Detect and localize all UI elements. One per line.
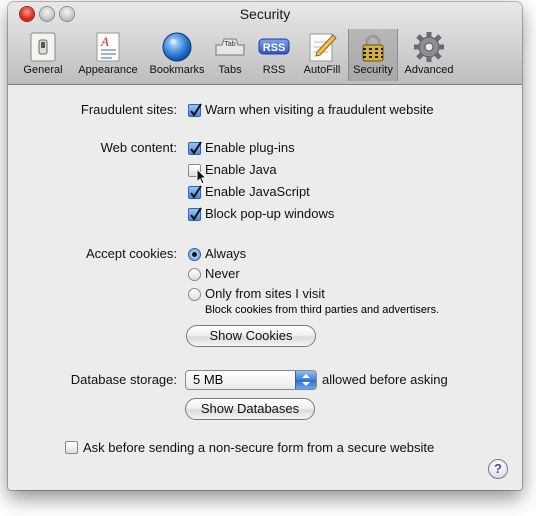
accept-cookies-label: Accept cookies: bbox=[85, 246, 177, 261]
enable-plugins-label: Enable plug-ins bbox=[205, 140, 295, 155]
warn-fraudulent-checkbox[interactable] bbox=[188, 103, 202, 117]
warn-fraudulent-label: Warn when visiting a fraudulent website bbox=[205, 102, 434, 117]
toolbar-item-appearance[interactable]: A Appearance bbox=[72, 29, 144, 81]
toolbar-item-tabs[interactable]: Tab Tabs bbox=[210, 29, 250, 81]
cookies-visited-only-label: Only from sites I visit bbox=[205, 286, 325, 301]
web-content-label: Web content: bbox=[100, 140, 177, 155]
chevron-updown-icon bbox=[295, 371, 316, 389]
show-cookies-button[interactable]: Show Cookies bbox=[186, 325, 316, 347]
toolbar-item-autofill[interactable]: AutoFill bbox=[296, 29, 348, 81]
database-storage-select[interactable]: 5 MB bbox=[185, 370, 317, 390]
cookies-visited-only-radio[interactable] bbox=[188, 288, 201, 301]
svg-text:Tab: Tab bbox=[224, 41, 235, 48]
nonsecure-form-label: Ask before sending a non-secure form fro… bbox=[83, 440, 435, 455]
cookies-always-label: Always bbox=[205, 246, 247, 261]
enable-plugins-checkbox[interactable] bbox=[188, 141, 202, 155]
block-popups-label: Block pop-up windows bbox=[205, 206, 335, 221]
database-storage-value: 5 MB bbox=[193, 372, 224, 387]
security-pane: Fraudulent sites: Warn when visiting a f… bbox=[8, 85, 522, 490]
toolbar-item-general[interactable]: General bbox=[14, 29, 72, 81]
show-databases-button[interactable]: Show Databases bbox=[185, 398, 315, 420]
cookies-always-radio[interactable] bbox=[188, 248, 201, 261]
font-document-icon: A bbox=[96, 32, 120, 62]
titlebar: Security General A Appearance Bookmarks … bbox=[8, 2, 522, 85]
gear-icon bbox=[414, 32, 444, 62]
mouse-pointer-icon bbox=[196, 168, 208, 185]
cookies-never-label: Never bbox=[205, 266, 240, 281]
help-button[interactable]: ? bbox=[488, 459, 508, 479]
tabs-icon: Tab bbox=[215, 38, 245, 56]
toolbar-item-security[interactable]: Security bbox=[348, 29, 398, 81]
light-switch-icon bbox=[30, 32, 56, 62]
cookies-never-radio[interactable] bbox=[188, 268, 201, 281]
cookie-hint-text: Block cookies from third parties and adv… bbox=[205, 304, 440, 316]
enable-java-label: Enable Java bbox=[205, 162, 277, 177]
window-title: Security bbox=[239, 6, 291, 22]
toolbar-item-bookmarks[interactable]: Bookmarks bbox=[144, 29, 210, 81]
nonsecure-form-checkbox[interactable] bbox=[65, 441, 78, 454]
toolbar-item-advanced[interactable]: Advanced bbox=[400, 29, 458, 81]
globe-icon bbox=[162, 32, 192, 62]
fraudulent-sites-label: Fraudulent sites: bbox=[80, 102, 177, 117]
enable-javascript-label: Enable JavaScript bbox=[205, 184, 310, 199]
rss-icon: RSS bbox=[258, 38, 290, 55]
database-storage-suffix: allowed before asking bbox=[322, 372, 448, 387]
pencil-form-icon bbox=[309, 33, 337, 62]
svg-text:A: A bbox=[100, 34, 109, 49]
block-popups-checkbox[interactable] bbox=[188, 207, 202, 221]
database-storage-label: Database storage: bbox=[70, 372, 177, 387]
preferences-window: Security General A Appearance Bookmarks … bbox=[8, 2, 522, 490]
svg-text:RSS: RSS bbox=[263, 42, 286, 54]
enable-javascript-checkbox[interactable] bbox=[188, 185, 202, 199]
toolbar-item-rss[interactable]: RSS RSS bbox=[252, 29, 296, 81]
padlock-icon bbox=[362, 34, 384, 62]
